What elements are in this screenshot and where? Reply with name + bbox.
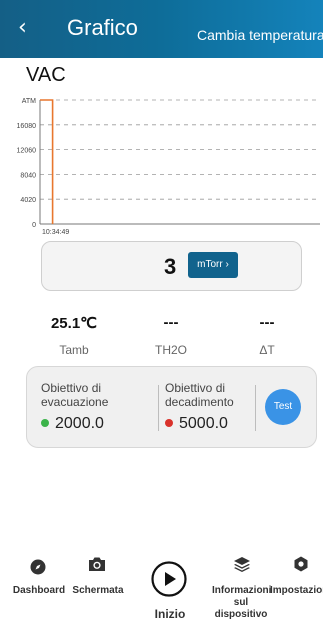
nav-dashboard[interactable]: Dashboard: [10, 585, 68, 597]
reading-value: 3: [164, 254, 177, 279]
delta-t-label: ΔT: [259, 343, 275, 357]
unit-selector-button[interactable]: mTorr ›: [188, 252, 238, 278]
divider: [158, 385, 159, 431]
divider: [255, 385, 256, 431]
reading-panel: 3 mTorr ›: [41, 241, 302, 291]
delta-t-value: ---: [259, 314, 275, 331]
nav-inizio[interactable]: Inizio: [146, 608, 194, 620]
tamb-label: Tamb: [59, 343, 89, 357]
change-temperature-button[interactable]: Cambia temperatura: [197, 27, 323, 43]
compass-icon[interactable]: [30, 559, 46, 575]
test-button[interactable]: Test: [265, 389, 301, 425]
x-tick-label: 10:34:49: [42, 229, 69, 236]
play-icon[interactable]: [151, 561, 187, 597]
back-arrow-icon[interactable]: ‹: [18, 17, 27, 39]
camera-icon[interactable]: [88, 556, 106, 572]
tamb-value: 25.1℃: [50, 315, 98, 332]
evacuation-target-label: Obiettivo di evacuazione: [41, 381, 109, 409]
nav-informazioni[interactable]: Informazioni sul dispositivo: [212, 585, 271, 621]
th2o-label: TH2O: [154, 343, 187, 357]
decay-target-value[interactable]: 5000.0: [165, 415, 228, 433]
layers-icon[interactable]: [233, 556, 251, 572]
y-tick-label: 4020: [20, 197, 36, 204]
evacuation-target-value[interactable]: 2000.0: [41, 415, 104, 433]
th2o-value: ---: [163, 314, 179, 331]
pressure-chart: ATM 16080 12060 8040 4020 0 10:34:49: [17, 98, 320, 236]
y-tick-label: 16080: [17, 123, 37, 130]
y-tick-label: 8040: [20, 172, 36, 179]
red-dot-icon: [165, 418, 173, 427]
page-title: Grafico: [67, 15, 138, 40]
decay-target-label: Obiettivo di decadimento: [165, 381, 234, 409]
gear-icon[interactable]: [293, 556, 309, 572]
top-bar: ‹ Grafico Cambia temperatura: [0, 0, 323, 58]
series-line: [40, 99, 54, 224]
nav-impostazioni[interactable]: Impostazioni: [270, 585, 323, 597]
green-dot-icon: [41, 418, 49, 427]
y-tick-label: ATM: [22, 98, 36, 105]
y-tick-label: 0: [32, 222, 36, 229]
unit-label: VAC: [26, 64, 66, 86]
targets-card: Obiettivo di evacuazione 2000.0 Obiettiv…: [26, 366, 317, 448]
nav-schermata[interactable]: Schermata: [67, 585, 129, 597]
y-tick-label: 12060: [17, 148, 37, 155]
